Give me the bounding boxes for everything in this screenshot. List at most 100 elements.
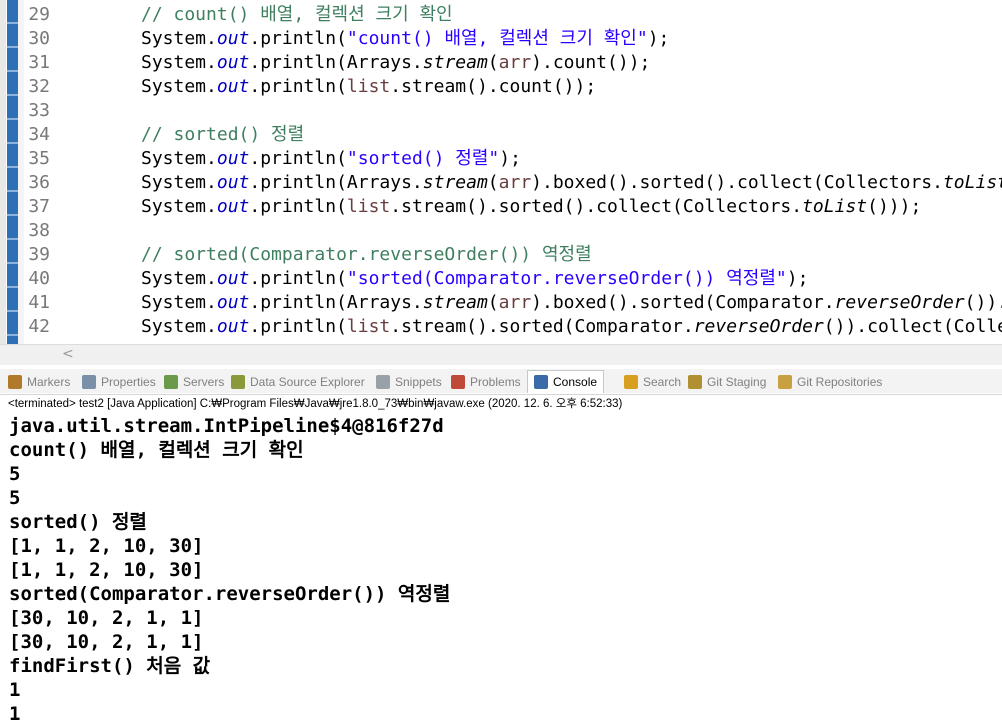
tab-label: Problems bbox=[470, 375, 521, 389]
tab-servers[interactable]: Servers bbox=[164, 372, 224, 392]
code-token: list bbox=[346, 196, 391, 217]
code-line[interactable]: 36 System.out.println(Arrays.stream(arr).… bbox=[0, 171, 1002, 195]
tab-properties[interactable]: Properties bbox=[82, 372, 156, 392]
code-token: System. bbox=[141, 52, 217, 73]
tab-snippets[interactable]: Snippets bbox=[376, 372, 442, 392]
code-line[interactable]: 34 // sorted() 정렬 bbox=[0, 123, 1002, 147]
code-token: ()).collec bbox=[964, 292, 1002, 313]
console-line: 5 bbox=[9, 487, 21, 509]
code-token: reverseOrder bbox=[834, 292, 965, 313]
console-line: java.util.stream.IntPipeline$4@816f27d bbox=[9, 415, 444, 437]
code-line[interactable]: 31 System.out.println(Arrays.stream(arr).… bbox=[0, 51, 1002, 75]
tab-git-staging[interactable]: Git Staging bbox=[688, 372, 766, 392]
view-tab-bar: Markers Properties Servers Data Source Expl… bbox=[0, 369, 1002, 393]
code-text: System.out.println("sorted() 정렬"); bbox=[141, 147, 521, 171]
code-token: toList bbox=[802, 196, 868, 217]
console-status-line: <terminated> test2 [Java Application] C:… bbox=[0, 394, 1002, 413]
code-token: arr bbox=[498, 52, 532, 73]
console-line: 1 bbox=[9, 703, 21, 725]
code-line[interactable]: 37 System.out.println(list.stream().sorte… bbox=[0, 195, 1002, 219]
line-number: 31 bbox=[28, 52, 50, 73]
code-token: arr bbox=[498, 292, 532, 313]
code-token: out bbox=[216, 172, 250, 193]
code-token: ( bbox=[487, 172, 499, 193]
tab-markers[interactable]: Markers bbox=[8, 372, 70, 392]
line-number: 37 bbox=[28, 196, 50, 217]
code-token: System. bbox=[141, 196, 217, 217]
code-line[interactable]: 30 System.out.println("count() 배열, 컬렉션 크기… bbox=[0, 27, 1002, 51]
code-line[interactable]: 33 bbox=[0, 99, 1002, 123]
console-line: 1 bbox=[9, 679, 21, 701]
code-line[interactable]: 41 System.out.println(Arrays.stream(arr).… bbox=[0, 291, 1002, 315]
code-line[interactable]: 38 bbox=[0, 219, 1002, 243]
code-token: out bbox=[216, 316, 250, 337]
code-token: out bbox=[216, 196, 250, 217]
console-line: count() 배열, 컬렉션 크기 확인 bbox=[9, 439, 304, 461]
code-token: out bbox=[216, 148, 250, 169]
tab-console[interactable]: Console bbox=[527, 370, 605, 393]
code-token: reverseOrder bbox=[693, 316, 824, 337]
code-token: .println( bbox=[249, 316, 347, 337]
code-token: out bbox=[216, 268, 250, 289]
tab-search[interactable]: Search bbox=[624, 372, 681, 392]
code-token: .println( bbox=[249, 148, 347, 169]
code-token: list bbox=[346, 316, 391, 337]
tab-data-source-explorer[interactable]: Data Source Explorer bbox=[231, 372, 365, 392]
code-token: .stream().sorted().collect(Collectors. bbox=[390, 196, 803, 217]
code-text: System.out.println(Arrays.stream(arr).bo… bbox=[141, 171, 1002, 195]
code-token: ()).collect(Collectors. bbox=[823, 316, 1002, 337]
servers-icon bbox=[164, 375, 178, 389]
code-text: // count() 배열, 컬렉션 크기 확인 bbox=[141, 3, 453, 27]
code-editor[interactable]: 29// count() 배열, 컬렉션 크기 확인 30 System.out.p… bbox=[0, 0, 1002, 344]
tab-problems[interactable]: Problems bbox=[451, 372, 521, 392]
code-line[interactable]: 32 System.out.println(list.stream().count… bbox=[0, 75, 1002, 99]
code-token: System. bbox=[141, 76, 217, 97]
code-token: ).count()); bbox=[531, 52, 651, 73]
code-line[interactable]: 42 System.out.println(list.stream().sorte… bbox=[0, 315, 1002, 339]
code-line[interactable]: 40 System.out.println("sorted(Comparator.… bbox=[0, 267, 1002, 291]
tab-label: Git Repositories bbox=[797, 375, 883, 389]
code-token: .println(Arrays. bbox=[249, 292, 423, 313]
code-token: // count() 배열, 컬렉션 크기 확인 bbox=[141, 4, 453, 25]
tab-label: Servers bbox=[183, 375, 225, 389]
code-text: // sorted() 정렬 bbox=[141, 123, 304, 147]
line-number: 40 bbox=[28, 268, 50, 289]
git-repositories-icon bbox=[778, 375, 792, 389]
code-token: ())); bbox=[867, 196, 922, 217]
code-line[interactable]: 29 // count() 배열, 컬렉션 크기 확인 bbox=[0, 3, 1002, 27]
scroll-left-arrow-icon[interactable]: < bbox=[62, 346, 74, 362]
code-token: list bbox=[346, 76, 391, 97]
line-number: 41 bbox=[28, 292, 50, 313]
tab-label: Data Source Explorer bbox=[250, 375, 365, 389]
code-token: stream bbox=[422, 172, 488, 193]
tab-git-repositories[interactable]: Git Repositories bbox=[778, 372, 882, 392]
tab-label: Console bbox=[553, 375, 598, 389]
tab-label: Git Staging bbox=[707, 375, 767, 389]
code-text: System.out.println(Arrays.stream(arr).bo… bbox=[141, 291, 1002, 315]
console-line: [30, 10, 2, 1, 1] bbox=[9, 631, 204, 653]
code-token: .println(Arrays. bbox=[249, 52, 423, 73]
code-token: .println( bbox=[249, 268, 347, 289]
code-text: System.out.println("sorted(Comparator.re… bbox=[141, 267, 808, 291]
code-token: System. bbox=[141, 268, 217, 289]
code-token: ( bbox=[487, 52, 499, 73]
code-token: stream bbox=[422, 292, 488, 313]
code-token: ); bbox=[786, 268, 809, 289]
code-token: "sorted(Comparator.reverseOrder()) 역정렬" bbox=[346, 268, 787, 289]
line-number: 38 bbox=[28, 220, 50, 241]
console-line: sorted() 정렬 bbox=[9, 511, 147, 533]
line-number: 34 bbox=[28, 124, 50, 145]
tab-label: Properties bbox=[101, 375, 156, 389]
console-icon bbox=[534, 375, 548, 389]
code-token: out bbox=[216, 52, 250, 73]
console-line: [1, 1, 2, 10, 30] bbox=[9, 559, 204, 581]
tab-label: Snippets bbox=[395, 375, 442, 389]
console-output[interactable]: java.util.stream.IntPipeline$4@816f27d co… bbox=[0, 412, 1002, 725]
tab-label: Search bbox=[643, 375, 682, 389]
horizontal-scrollbar[interactable]: < bbox=[0, 344, 1002, 365]
code-line[interactable]: 35 System.out.println("sorted() 정렬"); bbox=[0, 147, 1002, 171]
line-number: 30 bbox=[28, 28, 50, 49]
code-token: System. bbox=[141, 148, 217, 169]
line-number: 39 bbox=[28, 244, 50, 265]
code-line[interactable]: 39 // sorted(Comparator.reverseOrder()) 역… bbox=[0, 243, 1002, 267]
